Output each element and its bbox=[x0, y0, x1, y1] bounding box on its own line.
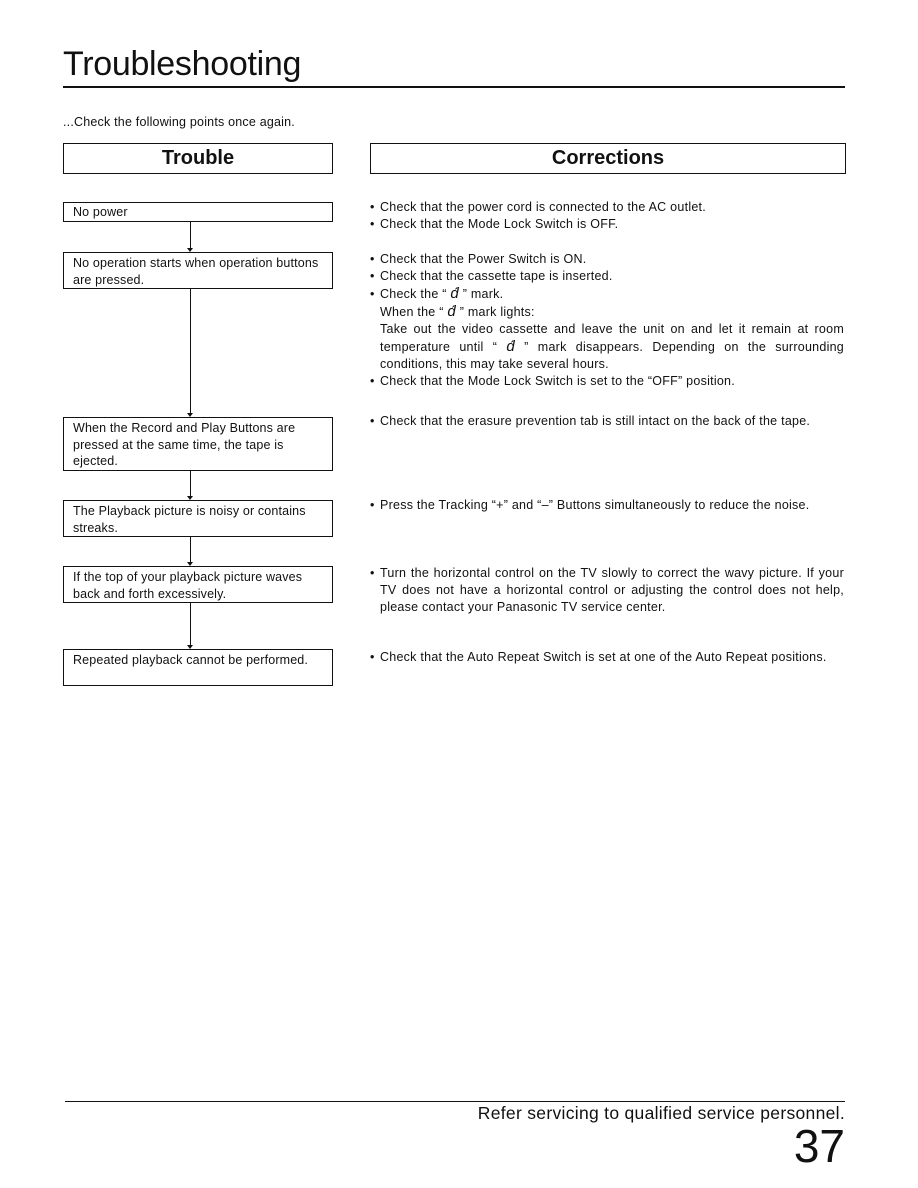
trouble-box-repeat-playback: Repeated playback cannot be performed. bbox=[63, 649, 333, 686]
corrections-no-operation: • Check that the Power Switch is ON. • Che… bbox=[370, 251, 844, 390]
correction-item: • Turn the horizontal control on the TV s… bbox=[370, 566, 844, 614]
corrections-tape-ejected: • Check that the erasure prevention tab i… bbox=[370, 413, 844, 430]
page-title: Troubleshooting bbox=[63, 45, 302, 83]
trouble-box-no-operation: No operation starts when operation butto… bbox=[63, 252, 333, 289]
correction-item: • Check that the Mode Lock Switch is set … bbox=[370, 374, 735, 388]
corrections-noisy-picture: • Press the Tracking “+” and “–” Buttons … bbox=[370, 497, 844, 514]
correction-item: • Press the Tracking “+” and “–” Buttons … bbox=[370, 498, 810, 512]
flow-connector bbox=[190, 471, 191, 496]
dew-indicator-icon: d́ bbox=[506, 338, 515, 355]
page-number: 37 bbox=[793, 1120, 845, 1172]
trouble-box-tape-ejected: When the Record and Play Buttons are pre… bbox=[63, 417, 333, 471]
footer-divider bbox=[65, 1101, 845, 1102]
correction-item: • Check that the power cord is connected … bbox=[370, 200, 706, 214]
flow-connector bbox=[190, 222, 191, 248]
correction-item: • Check that the cassette tape is inserte… bbox=[370, 269, 613, 283]
trouble-box-noisy-picture: The Playback picture is noisy or contain… bbox=[63, 500, 333, 537]
correction-item: • Check that the Power Switch is ON. bbox=[370, 252, 587, 266]
trouble-column-header: Trouble bbox=[63, 143, 333, 174]
correction-item: • Check the “ d́ ” mark. bbox=[370, 285, 504, 302]
flow-connector bbox=[190, 603, 191, 645]
corrections-wavy-picture: • Turn the horizontal control on the TV s… bbox=[370, 565, 844, 616]
dew-indicator-icon: d́ bbox=[450, 285, 459, 302]
correction-subtext: When the “ d́ ” mark lights: bbox=[380, 303, 535, 320]
trouble-box-wavy-picture: If the top of your playback picture wave… bbox=[63, 566, 333, 603]
correction-item: • Check that the Mode Lock Switch is OFF. bbox=[370, 217, 619, 231]
corrections-no-power: • Check that the power cord is connected … bbox=[370, 199, 844, 233]
corrections-column-header: Corrections bbox=[370, 143, 846, 174]
correction-item: • Check that the erasure prevention tab i… bbox=[370, 414, 811, 428]
corrections-repeat-playback: • Check that the Auto Repeat Switch is se… bbox=[370, 649, 844, 666]
footer-note: Refer servicing to qualified service per… bbox=[477, 1103, 845, 1123]
trouble-box-no-power: No power bbox=[63, 202, 333, 222]
correction-subtext: Take out the video cassette and leave th… bbox=[380, 322, 844, 371]
flow-connector bbox=[190, 537, 191, 562]
correction-item: • Check that the Auto Repeat Switch is se… bbox=[370, 650, 827, 664]
flow-connector bbox=[190, 289, 191, 413]
title-divider bbox=[63, 86, 845, 88]
intro-text: ...Check the following points once again… bbox=[63, 115, 295, 129]
dew-indicator-icon: d́ bbox=[447, 303, 456, 320]
